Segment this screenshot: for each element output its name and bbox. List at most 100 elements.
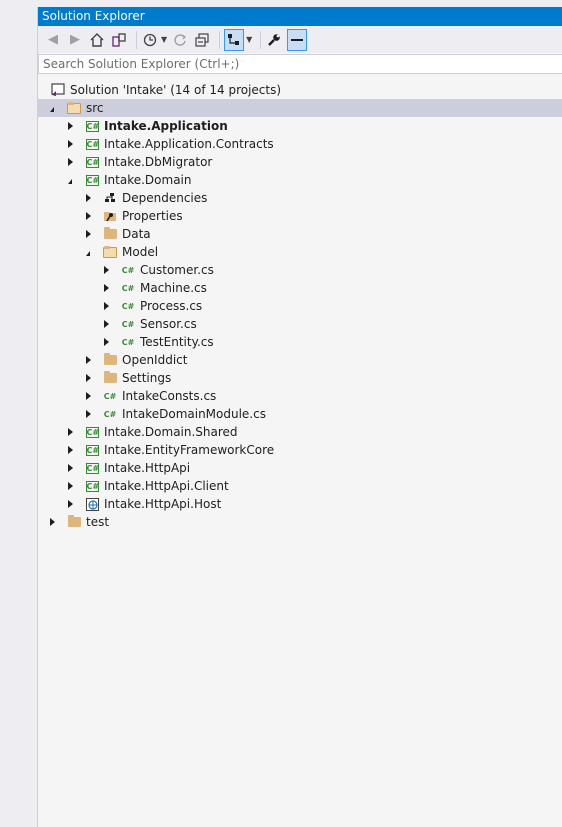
show-all-files-icon[interactable] xyxy=(224,28,245,51)
collapsed-arrow-icon[interactable] xyxy=(82,228,94,240)
collapsed-arrow-icon[interactable] xyxy=(100,282,112,294)
tree-item-folder[interactable]: Settings xyxy=(38,369,562,387)
tree-item-label: Data xyxy=(122,227,151,241)
search-input[interactable]: Search Solution Explorer (Ctrl+;) xyxy=(38,54,562,74)
csharp-file-icon: C# xyxy=(103,391,117,401)
collapsed-arrow-icon[interactable] xyxy=(82,354,94,366)
collapsed-arrow-icon[interactable] xyxy=(64,156,76,168)
tree-item-label: Intake.Domain xyxy=(104,173,192,187)
chevron-down-icon[interactable]: ▼ xyxy=(161,35,167,44)
collapsed-arrow-icon[interactable] xyxy=(100,318,112,330)
tree-item-project[interactable]: C# Intake.HttpApi.Client xyxy=(38,477,562,495)
tree-item-label: Sensor.cs xyxy=(140,317,197,331)
collapsed-arrow-icon[interactable] xyxy=(64,138,76,150)
collapsed-arrow-icon[interactable] xyxy=(82,408,94,420)
collapsed-arrow-icon[interactable] xyxy=(82,210,94,222)
tree-item-properties[interactable]: Properties xyxy=(38,207,562,225)
tree-item-label: src xyxy=(86,101,104,115)
tree-item-folder[interactable]: Data xyxy=(38,225,562,243)
tree-item-label: Solution 'Intake' (14 of 14 projects) xyxy=(70,83,282,97)
collapsed-arrow-icon[interactable] xyxy=(64,498,76,510)
expanded-arrow-icon[interactable] xyxy=(64,174,76,186)
tree-item-project[interactable]: C# Intake.Application.Contracts xyxy=(38,135,562,153)
collapsed-arrow-icon[interactable] xyxy=(82,390,94,402)
solution-explorer-panel: Solution Explorer ◀ ▶ ▼ ▼ Search Solutio… xyxy=(37,7,562,827)
solution-icon xyxy=(50,82,66,98)
tree-item-label: Intake.DbMigrator xyxy=(104,155,213,169)
forward-icon[interactable]: ▶ xyxy=(66,31,84,49)
web-project-icon xyxy=(84,496,100,512)
collapsed-arrow-icon[interactable] xyxy=(64,426,76,438)
tree-item-label: Machine.cs xyxy=(140,281,207,295)
csharp-file-icon: C# xyxy=(121,301,135,311)
tree-item-label: test xyxy=(86,515,110,529)
tree-item-file[interactable]: C# Machine.cs xyxy=(38,279,562,297)
collapsed-arrow-icon[interactable] xyxy=(64,444,76,456)
tree-item-test[interactable]: test xyxy=(38,513,562,531)
properties-wrench-icon[interactable] xyxy=(265,31,283,49)
collapsed-arrow-icon[interactable] xyxy=(64,480,76,492)
tree-item-label: Intake.HttpApi.Host xyxy=(104,497,222,511)
tree-item-file[interactable]: C# TestEntity.cs xyxy=(38,333,562,351)
pending-changes-icon[interactable] xyxy=(141,31,159,49)
collapsed-arrow-icon[interactable] xyxy=(100,264,112,276)
toolbar-separator xyxy=(136,30,137,49)
switch-views-icon[interactable] xyxy=(110,31,128,49)
tree-item-file[interactable]: C# Customer.cs xyxy=(38,261,562,279)
csharp-project-icon: C# xyxy=(85,174,100,186)
csharp-project-icon: C# xyxy=(85,156,100,168)
tree-item-project[interactable]: C# Intake.HttpApi xyxy=(38,459,562,477)
tree-item-label: Process.cs xyxy=(140,299,203,313)
home-icon[interactable] xyxy=(88,31,106,49)
tree-item-label: OpenIddict xyxy=(122,353,188,367)
tree-item-file[interactable]: C# Process.cs xyxy=(38,297,562,315)
expanded-arrow-icon[interactable] xyxy=(46,102,58,114)
tree-item-folder[interactable]: Model xyxy=(38,243,562,261)
csharp-project-icon: C# xyxy=(85,480,100,492)
tree-item-project[interactable]: C# Intake.DbMigrator xyxy=(38,153,562,171)
refresh-icon[interactable] xyxy=(171,31,189,49)
collapsed-arrow-icon[interactable] xyxy=(82,192,94,204)
tree-item-label: Model xyxy=(122,245,159,259)
tree-item-project[interactable]: C# Intake.EntityFrameworkCore xyxy=(38,441,562,459)
tree-item-file[interactable]: C# IntakeConsts.cs xyxy=(38,387,562,405)
tree-item-dependencies[interactable]: Dependencies xyxy=(38,189,562,207)
tree-item-src[interactable]: src xyxy=(38,99,562,117)
tree-item-label: Dependencies xyxy=(122,191,208,205)
preview-selected-items-icon[interactable] xyxy=(287,28,308,51)
tree-item-label: TestEntity.cs xyxy=(140,335,214,349)
collapsed-arrow-icon[interactable] xyxy=(82,372,94,384)
collapsed-arrow-icon[interactable] xyxy=(64,462,76,474)
collapsed-arrow-icon[interactable] xyxy=(64,120,76,132)
tree-item-project[interactable]: C# Intake.Application xyxy=(38,117,562,135)
collapsed-arrow-icon[interactable] xyxy=(100,300,112,312)
folder-icon xyxy=(102,370,118,386)
collapse-all-icon[interactable] xyxy=(193,31,211,49)
collapsed-arrow-icon[interactable] xyxy=(100,336,112,348)
tree-item-file[interactable]: C# Sensor.cs xyxy=(38,315,562,333)
tree-item-label: IntakeDomainModule.cs xyxy=(122,407,266,421)
tree-item-label: Intake.HttpApi xyxy=(104,461,191,475)
back-icon[interactable]: ◀ xyxy=(44,31,62,49)
tree-item-folder[interactable]: OpenIddict xyxy=(38,351,562,369)
toolbar-separator xyxy=(219,30,221,49)
tree-item-project[interactable]: C# Intake.Domain xyxy=(38,171,562,189)
tree-item-project[interactable]: C# Intake.Domain.Shared xyxy=(38,423,562,441)
tree-item-label: IntakeConsts.cs xyxy=(122,389,217,403)
folder-icon xyxy=(66,514,82,530)
tree-item-project[interactable]: Intake.HttpApi.Host xyxy=(38,495,562,513)
folder-icon xyxy=(102,352,118,368)
toolbar: ◀ ▶ ▼ ▼ xyxy=(38,26,562,53)
dependencies-icon xyxy=(102,190,118,206)
tree-item-label: Customer.cs xyxy=(140,263,214,277)
expanded-arrow-icon[interactable] xyxy=(82,246,94,258)
csharp-project-icon: C# xyxy=(85,462,100,474)
csharp-project-icon: C# xyxy=(85,138,100,150)
folder-icon xyxy=(102,226,118,242)
collapsed-arrow-icon[interactable] xyxy=(46,516,58,528)
tree-item-solution[interactable]: Solution 'Intake' (14 of 14 projects) xyxy=(38,81,562,99)
csharp-file-icon: C# xyxy=(121,337,135,347)
chevron-down-icon[interactable]: ▼ xyxy=(246,35,252,44)
tree-item-label: Intake.HttpApi.Client xyxy=(104,479,229,493)
tree-item-file[interactable]: C# IntakeDomainModule.cs xyxy=(38,405,562,423)
